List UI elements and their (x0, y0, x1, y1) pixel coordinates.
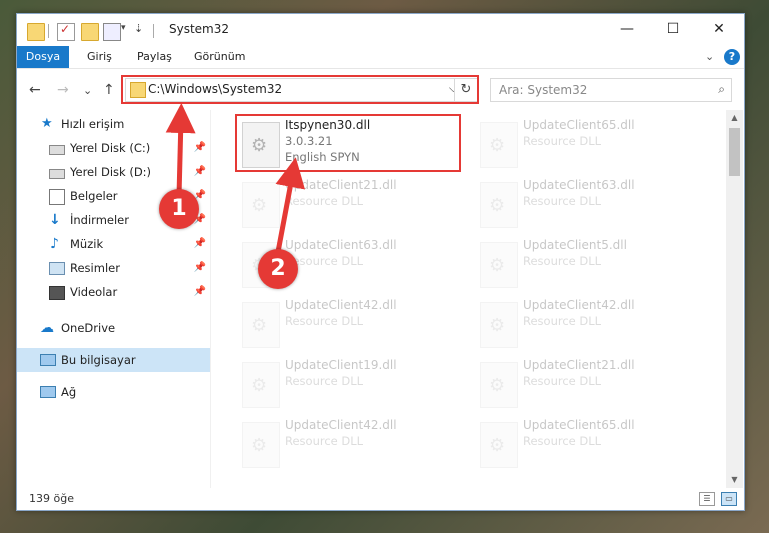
arrow-to-file (275, 157, 305, 253)
annotation-overlay (165, 103, 305, 253)
step-marker-2: 2 (258, 249, 298, 289)
arrow-to-address-bar (165, 103, 196, 197)
step-marker-1: 1 (159, 189, 199, 229)
